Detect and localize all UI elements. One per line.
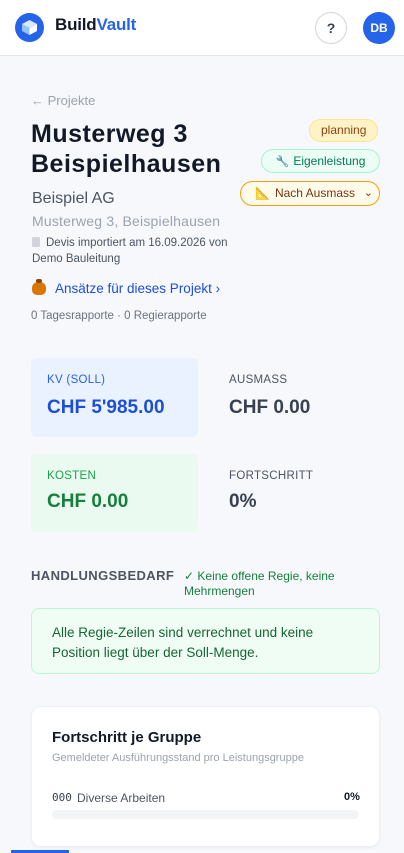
stat-fortschritt-label: FORTSCHRITT: [229, 470, 314, 482]
stat-ausmass-label: AUSMASS: [229, 374, 288, 386]
stat-fortschritt-card: FORTSCHRITT 0%: [212, 454, 380, 532]
approaches-link-label: Ansätze für dieses Projekt ›: [55, 281, 221, 296]
action-needed-message: Alle Regie-Zeilen sind verrechnet und ke…: [31, 608, 380, 674]
top-bar: BuildVault ? DB: [0, 0, 404, 56]
project-address: Musterweg 3, Beispielhausen: [32, 213, 221, 229]
own-work-badge: 🔧 Eigenleistung: [261, 149, 380, 173]
group-progress-bar: [52, 810, 359, 819]
billing-mode-value: Nach Ausmass: [274, 186, 355, 200]
chevron-down-icon: ⌄: [363, 187, 373, 199]
client-name: Beispiel AG: [32, 190, 115, 207]
import-note-text: Devis importiert am 16.09.2026 von Demo …: [32, 237, 228, 265]
stat-kv-value: CHF 5'985.00: [47, 397, 165, 418]
ruler-triangle-icon: 📐: [255, 186, 270, 200]
approaches-link[interactable]: Ansätze für dieses Projekt ›: [32, 279, 221, 296]
import-note: Devis importiert am 16.09.2026 von Demo …: [32, 235, 232, 267]
action-needed-status: ✓ Keine offene Regie, keine Mehrmengen: [184, 569, 335, 598]
app-name[interactable]: BuildVault: [55, 15, 136, 35]
back-to-projects-link[interactable]: ← Projekte: [31, 93, 95, 108]
project-title: Musterweg 3 Beispielhausen: [31, 120, 222, 178]
own-work-label: Eigenleistung: [293, 154, 366, 168]
group-name: Diverse Arbeiten: [77, 791, 166, 805]
reports-summary: 0 Tagesrapporte · 0 Regierapporte: [31, 310, 207, 322]
group-progress-subtitle: Gemeldeter Ausführungsstand pro Leistung…: [52, 752, 304, 764]
billing-mode-select[interactable]: 📐 Nach Ausmass ⌄: [240, 181, 380, 206]
stat-ausmass-value: CHF 0.00: [229, 397, 311, 418]
action-needed-heading: HANDLUNGSBEDARF: [31, 568, 175, 583]
stat-kosten-label: KOSTEN: [47, 470, 97, 482]
stat-kv-label: KV (SOLL): [47, 374, 106, 386]
group-percent: 0%: [344, 791, 360, 803]
group-progress-title: Fortschritt je Gruppe: [52, 729, 202, 746]
money-bag-icon: [32, 279, 46, 295]
status-badge: planning: [309, 119, 379, 142]
group-progress-card: Fortschritt je Gruppe Gemeldeter Ausführ…: [31, 706, 380, 847]
brand-part-vault: Vault: [96, 15, 137, 34]
stat-kv-card: KV (SOLL) CHF 5'985.00: [31, 358, 198, 437]
brand-part-build: Build: [55, 15, 97, 34]
stat-fortschritt-value: 0%: [229, 491, 257, 512]
document-icon: [32, 237, 40, 247]
wrench-icon: 🔧: [275, 156, 290, 168]
help-button[interactable]: ?: [315, 12, 347, 44]
stat-kosten-card: KOSTEN CHF 0.00: [31, 454, 198, 532]
stat-kosten-value: CHF 0.00: [47, 491, 129, 512]
stat-ausmass-card: AUSMASS CHF 0.00: [212, 358, 380, 437]
cube-icon[interactable]: [15, 13, 44, 42]
group-code: 000: [52, 791, 72, 804]
user-avatar-button[interactable]: DB: [363, 12, 395, 44]
